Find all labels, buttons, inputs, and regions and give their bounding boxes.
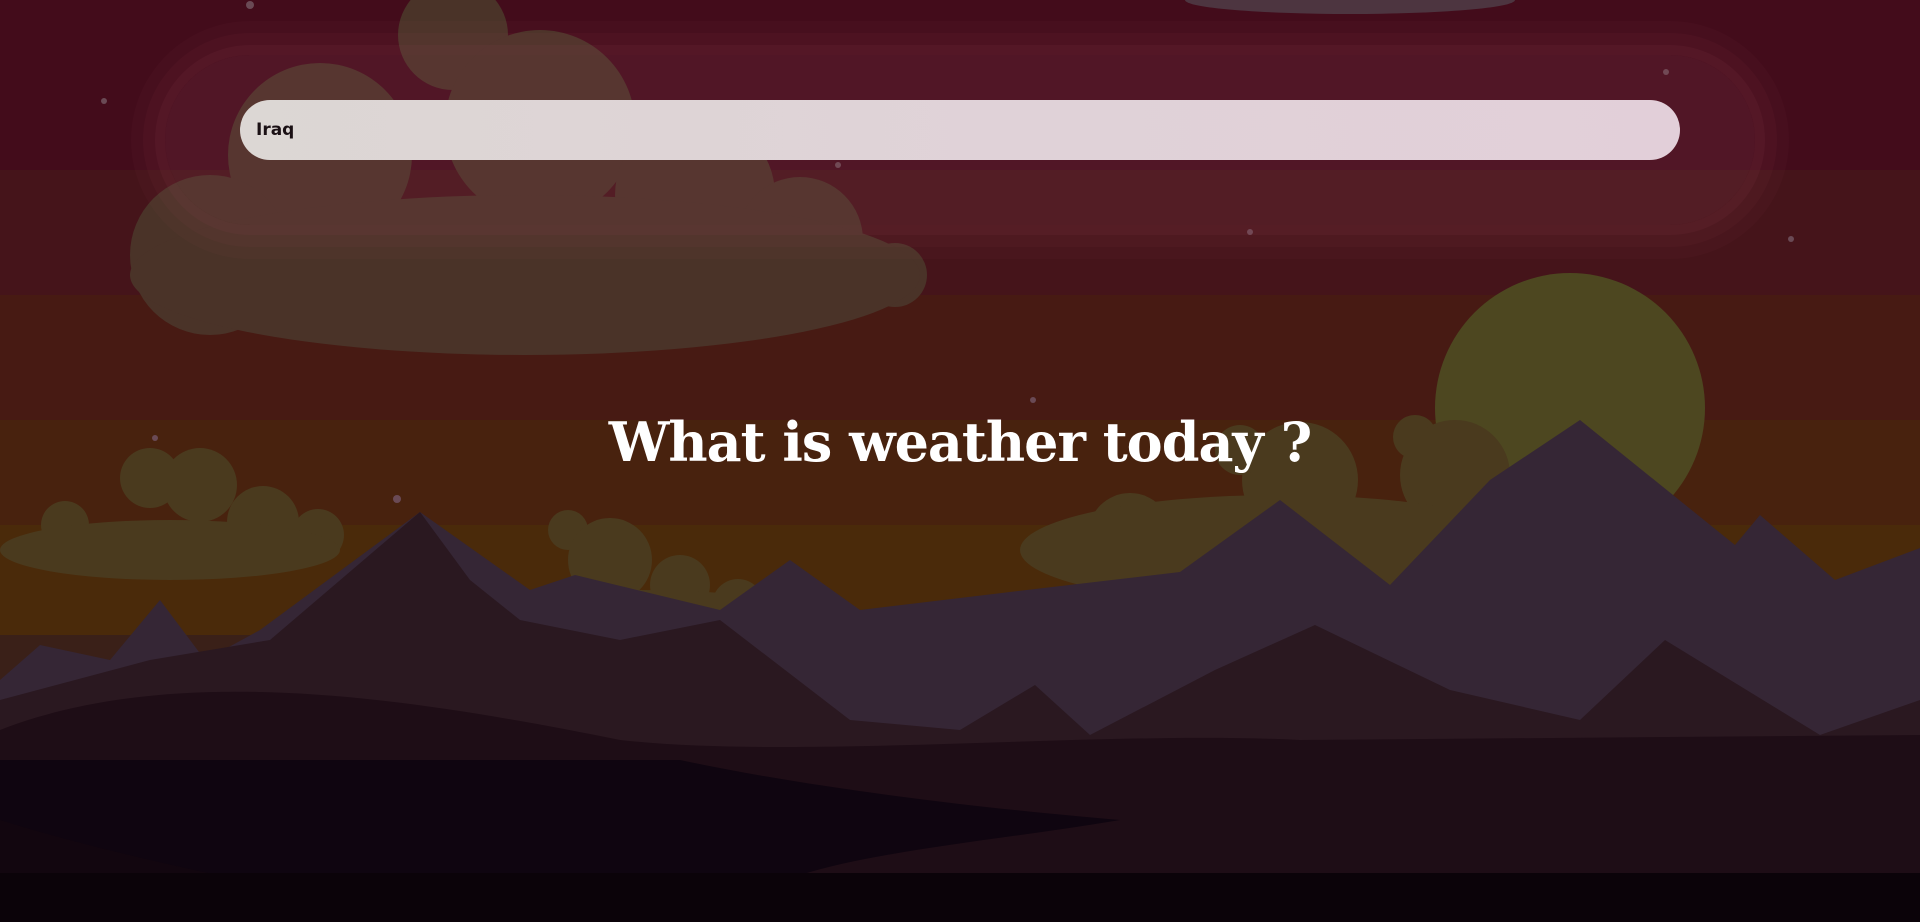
star xyxy=(246,1,254,9)
foreground-ground xyxy=(0,873,1920,922)
star xyxy=(1030,397,1036,403)
star xyxy=(101,98,107,104)
page-heading: What is weather today ? xyxy=(608,410,1313,474)
star xyxy=(393,495,401,503)
location-search-input[interactable] xyxy=(256,100,1664,160)
star xyxy=(1788,236,1794,242)
star xyxy=(1247,229,1253,235)
search-bar[interactable] xyxy=(240,100,1680,160)
weather-app: What is weather today ? xyxy=(0,0,1920,922)
